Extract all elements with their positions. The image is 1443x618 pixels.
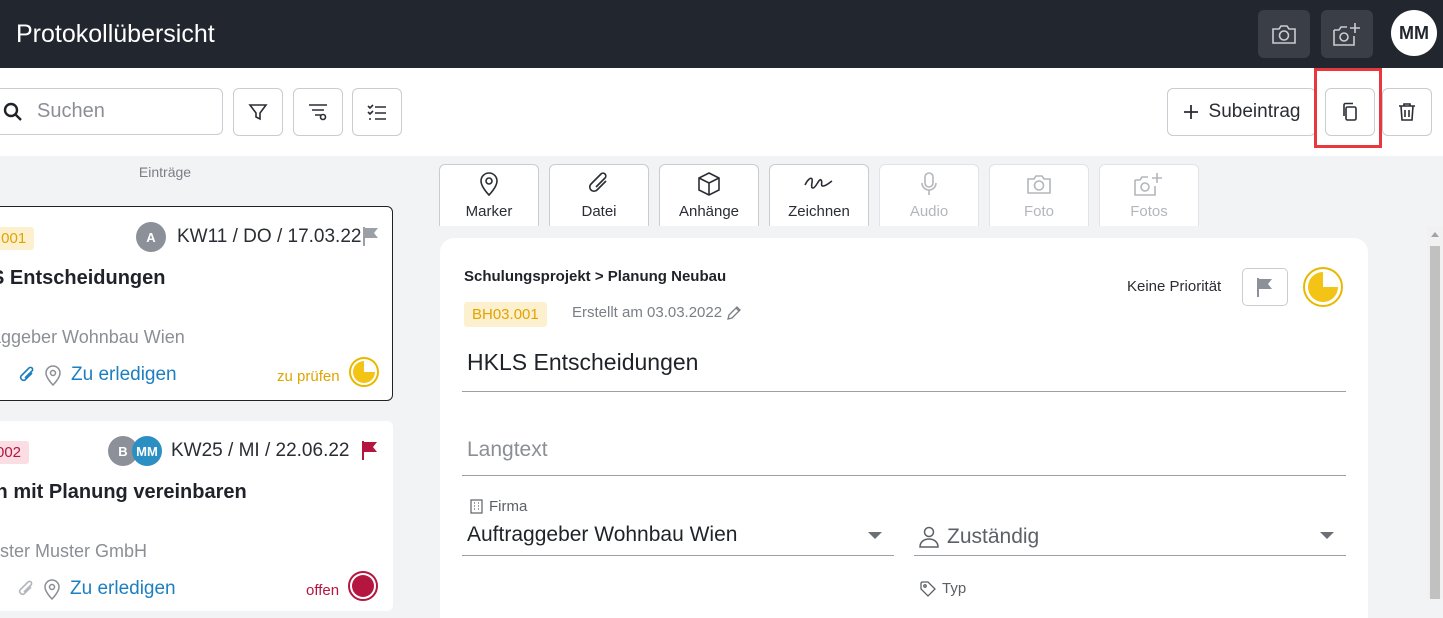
status-circle-icon xyxy=(347,570,379,602)
entry-status: offen xyxy=(306,582,340,599)
entry-code-badge: BH03.001 xyxy=(464,302,547,327)
filter-icon xyxy=(248,102,268,122)
marker-icon xyxy=(479,171,499,197)
breadcrumb[interactable]: Schulungsprojekt > Planung Neubau xyxy=(464,268,726,285)
tab-label: Datei xyxy=(581,203,617,220)
firma-label: Firma xyxy=(470,498,527,515)
tag-icon xyxy=(920,580,936,597)
list-item[interactable]: .001 A KW11 / DO / 17.03.22 S Entscheidu… xyxy=(0,206,393,401)
checklist-icon xyxy=(366,102,388,122)
add-photo-icon xyxy=(1332,21,1362,47)
created-date: Erstellt am 03.03.2022 xyxy=(572,304,723,321)
flag-icon[interactable] xyxy=(361,440,379,460)
add-photos-button[interactable] xyxy=(1321,10,1373,58)
tab-label: Foto xyxy=(1023,203,1054,220)
longtext-field[interactable]: Langtext xyxy=(462,428,1346,476)
tab-label: Anhänge xyxy=(678,203,740,220)
status-pie-button[interactable] xyxy=(1302,266,1344,308)
camera-button[interactable] xyxy=(1258,10,1310,58)
tab-fotos: Fotos xyxy=(1099,164,1199,226)
box-icon xyxy=(696,171,722,197)
entry-action-link[interactable]: Zu erledigen xyxy=(70,578,176,600)
detail-panel: Schulungsprojekt > Planung Neubau BH03.0… xyxy=(440,238,1368,618)
entry-title: in mit Planung vereinbaren xyxy=(0,481,247,503)
copy-icon xyxy=(1341,102,1359,122)
entry-date: KW11 / DO / 17.03.22 xyxy=(177,226,362,247)
paperclip-icon xyxy=(16,579,36,601)
typ-label: Typ xyxy=(920,580,966,597)
list-item[interactable]: 002 B MM KW25 / MI / 22.06.22 in mit Pla… xyxy=(0,421,393,611)
tab-foto: Foto xyxy=(989,164,1089,226)
tab-label: Audio xyxy=(909,203,949,220)
entry-action-link[interactable]: Zu erledigen xyxy=(71,364,177,386)
avatar: MM xyxy=(132,436,162,466)
user-avatar[interactable]: MM xyxy=(1391,10,1437,56)
title-field[interactable]: HKLS Entscheidungen xyxy=(462,342,1346,392)
paperclip-icon xyxy=(17,365,37,387)
tab-audio: Audio xyxy=(879,164,979,226)
entry-code: 002 xyxy=(0,441,30,464)
filter-button[interactable] xyxy=(233,88,283,136)
camera-icon xyxy=(1026,171,1052,197)
copy-button[interactable] xyxy=(1325,88,1375,136)
search-icon xyxy=(3,102,23,122)
building-icon xyxy=(470,499,483,514)
marker-icon xyxy=(44,364,62,386)
chevron-down-icon xyxy=(1320,532,1334,539)
subentry-label: Subeintrag xyxy=(1208,101,1301,122)
search-box[interactable] xyxy=(0,88,223,135)
typ-label-text: Typ xyxy=(942,580,967,597)
filter-settings-icon xyxy=(307,102,329,122)
page-title: Protokollübersicht xyxy=(16,20,215,48)
add-photo-icon xyxy=(1133,171,1165,197)
progress-pie-icon xyxy=(348,356,380,388)
entry-status: zu prüfen xyxy=(277,368,340,385)
scrollbar[interactable] xyxy=(1427,226,1443,599)
tab-marker[interactable]: Marker xyxy=(439,164,539,226)
person-icon xyxy=(919,526,939,548)
signature-icon xyxy=(803,171,835,197)
entry-company: aster Muster GmbH xyxy=(0,541,148,561)
add-subentry-button[interactable]: Subeintrag xyxy=(1167,88,1316,136)
tab-label: Zeichnen xyxy=(788,203,850,220)
tab-anhaenge[interactable]: Anhänge xyxy=(659,164,759,226)
filter-settings-button[interactable] xyxy=(293,88,343,136)
top-bar: Protokollübersicht MM xyxy=(0,0,1443,68)
tab-label: Fotos xyxy=(1130,203,1168,220)
scroll-up-arrow[interactable] xyxy=(1431,232,1439,237)
chevron-down-icon xyxy=(868,532,882,539)
tab-label: Marker xyxy=(465,203,513,220)
priority-flag-button[interactable] xyxy=(1242,268,1288,306)
firma-label-text: Firma xyxy=(489,498,528,515)
trash-icon xyxy=(1398,102,1416,122)
firma-select[interactable]: Auftraggeber Wohnbau Wien xyxy=(462,518,894,556)
paperclip-icon xyxy=(587,171,611,197)
entry-code: .001 xyxy=(0,227,35,250)
pencil-icon[interactable] xyxy=(726,305,742,321)
flag-icon[interactable] xyxy=(362,226,380,246)
search-input[interactable] xyxy=(35,99,215,124)
delete-button[interactable] xyxy=(1382,88,1432,136)
tab-datei[interactable]: Datei xyxy=(549,164,649,226)
flag-icon xyxy=(1256,277,1274,297)
entries-header: Einträge xyxy=(138,164,192,180)
microphone-icon xyxy=(919,171,939,197)
zustaendig-label: Zuständig xyxy=(947,524,1040,548)
camera-icon xyxy=(1271,23,1297,45)
firma-value: Auftraggeber Wohnbau Wien xyxy=(467,523,738,546)
tab-zeichnen[interactable]: Zeichnen xyxy=(769,164,869,226)
zustaendig-select[interactable]: Zuständig xyxy=(914,518,1346,556)
bookmark-icon xyxy=(0,366,1,386)
plus-icon xyxy=(1183,104,1199,120)
marker-icon xyxy=(43,578,61,600)
entry-title: S Entscheidungen xyxy=(0,267,166,289)
created-info: Erstellt am 03.03.2022 xyxy=(572,304,742,321)
entry-date: KW25 / MI / 22.06.22 xyxy=(171,440,350,461)
priority-label: Keine Priorität xyxy=(1127,278,1222,295)
avatar: A xyxy=(136,222,166,252)
toolbar: Subeintrag xyxy=(0,68,1443,156)
checklist-button[interactable] xyxy=(352,88,402,136)
scrollbar-thumb[interactable] xyxy=(1430,246,1440,599)
entry-company: aggeber Wohnbau Wien xyxy=(0,327,185,347)
